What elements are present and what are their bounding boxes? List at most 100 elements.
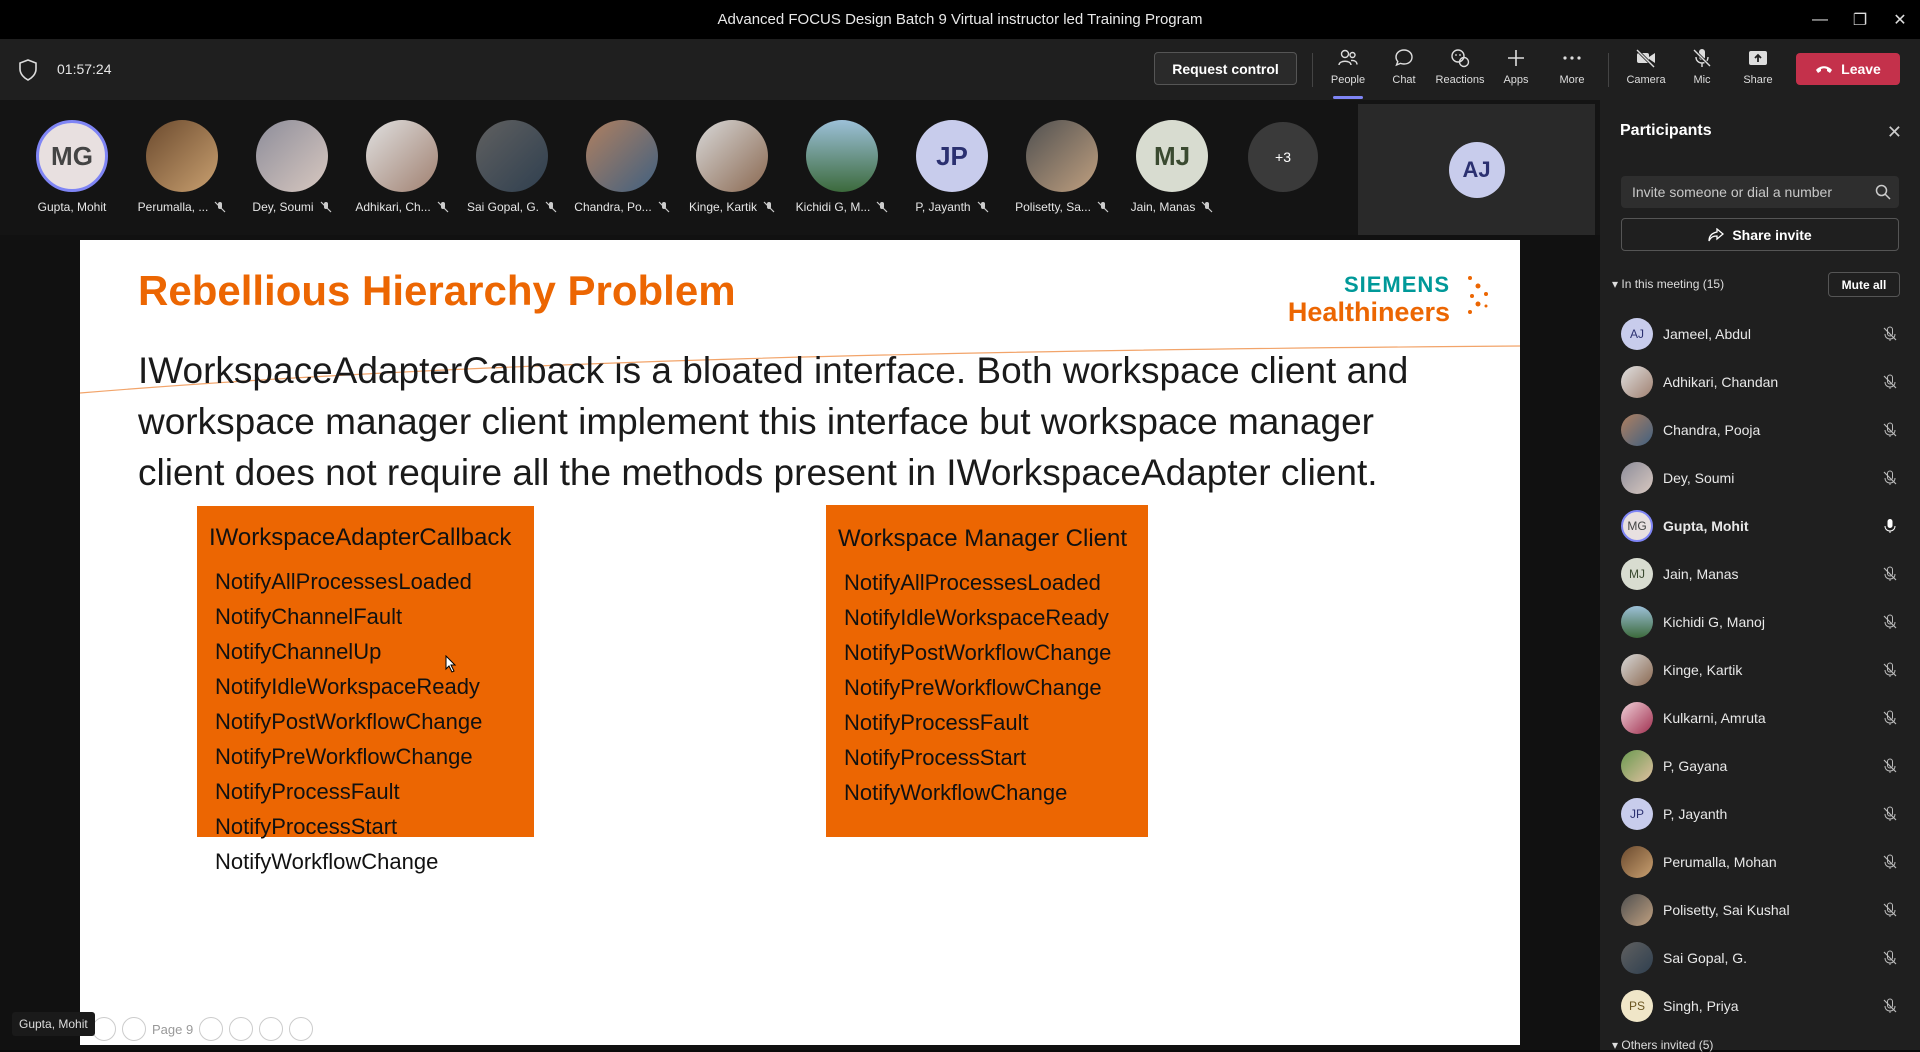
- attendee-tile[interactable]: JP P, Jayanth: [902, 120, 1002, 214]
- prev-slide-icon[interactable]: [92, 1017, 116, 1041]
- share-button[interactable]: Share: [1733, 47, 1783, 95]
- mic-muted-icon: [214, 201, 226, 213]
- attendee-name: Polisetty, Sa...: [1015, 200, 1091, 214]
- zoom-icon[interactable]: [229, 1017, 254, 1041]
- camera-off-icon: [1635, 48, 1656, 69]
- share-invite-button[interactable]: Share invite: [1621, 218, 1899, 251]
- participant-row[interactable]: Sai Gopal, G.: [1600, 934, 1920, 982]
- participant-row[interactable]: Perumalla, Mohan: [1600, 838, 1920, 886]
- reactions-label: Reactions: [1435, 74, 1485, 86]
- participant-name: Gupta, Mohit: [1663, 518, 1749, 534]
- participant-row[interactable]: Kinge, Kartik: [1600, 646, 1920, 694]
- attendee-name: Chandra, Po...: [574, 200, 652, 214]
- participants-panel: Participants ✕ Invite someone or dial a …: [1600, 100, 1920, 1052]
- share-icon: [1708, 227, 1725, 241]
- in-meeting-section-header[interactable]: ▾ In this meeting (15): [1612, 277, 1724, 291]
- avatar: AJ: [1621, 318, 1653, 350]
- restore-icon[interactable]: ❐: [1840, 0, 1880, 39]
- participant-name: Kulkarni, Amruta: [1663, 710, 1766, 726]
- participant-row[interactable]: Dey, Soumi: [1600, 454, 1920, 502]
- mic-muted-icon: [1883, 710, 1897, 725]
- participant-row[interactable]: AJ Jameel, Abdul: [1600, 310, 1920, 358]
- attendee-name: Kichidi G, M...: [795, 200, 871, 214]
- mic-muted-icon: [1883, 902, 1897, 917]
- mic-off-icon: [1692, 48, 1712, 68]
- close-window-icon[interactable]: ✕: [1880, 0, 1920, 39]
- participant-row[interactable]: JP P, Jayanth: [1600, 790, 1920, 838]
- participant-row[interactable]: MJ Jain, Manas: [1600, 550, 1920, 598]
- mic-muted-icon: [1883, 470, 1897, 485]
- grid-view-icon[interactable]: [199, 1017, 224, 1041]
- participant-row[interactable]: MG Gupta, Mohit: [1600, 502, 1920, 550]
- participant-row[interactable]: P, Gayana: [1600, 742, 1920, 790]
- people-icon: [1338, 49, 1358, 66]
- avatar: JP: [1621, 798, 1653, 830]
- more-attendees-button[interactable]: +3: [1248, 122, 1318, 192]
- participant-row[interactable]: Kulkarni, Amruta: [1600, 694, 1920, 742]
- participant-row[interactable]: PS Singh, Priya: [1600, 982, 1920, 1030]
- minimize-icon[interactable]: —: [1800, 0, 1840, 39]
- attendee-tile[interactable]: Adhikari, Ch...: [352, 120, 452, 214]
- participant-row[interactable]: Kichidi G, Manoj: [1600, 598, 1920, 646]
- attendee-tile[interactable]: Perumalla, ...: [132, 120, 232, 214]
- avatar: JP: [916, 120, 988, 192]
- people-button[interactable]: People: [1323, 47, 1373, 99]
- attendee-tile[interactable]: MG Gupta, Mohit: [22, 120, 122, 214]
- close-icon[interactable]: ✕: [1887, 122, 1902, 143]
- leave-button[interactable]: Leave: [1796, 53, 1900, 85]
- participant-name: Jain, Manas: [1663, 566, 1739, 582]
- mic-muted-icon: [658, 201, 670, 213]
- apps-button[interactable]: Apps: [1491, 47, 1541, 95]
- participant-name: Kichidi G, Manoj: [1663, 614, 1765, 630]
- chat-button[interactable]: Chat: [1379, 47, 1429, 95]
- avatar: [1621, 654, 1653, 686]
- mute-all-button[interactable]: Mute all: [1828, 272, 1900, 297]
- list-item: NotifyAllProcessesLoaded: [215, 569, 472, 594]
- camera-button[interactable]: Camera: [1621, 47, 1671, 95]
- self-view: AJ: [1358, 104, 1595, 235]
- participant-name: Adhikari, Chandan: [1663, 374, 1779, 390]
- attendee-name: Sai Gopal, G.: [466, 200, 540, 214]
- participant-name: Perumalla, Mohan: [1663, 854, 1777, 870]
- next-slide-icon[interactable]: [122, 1017, 146, 1041]
- mic-muted-icon: [1883, 374, 1897, 389]
- mic-muted-icon: [1883, 758, 1897, 773]
- participant-name: Singh, Priya: [1663, 998, 1739, 1014]
- callback-interface-box: IWorkspaceAdapterCallback NotifyAllProce…: [197, 506, 534, 874]
- attendee-tile[interactable]: Kinge, Kartik: [682, 120, 782, 214]
- mic-button[interactable]: Mic: [1677, 47, 1727, 95]
- list-item: NotifyProcessStart: [844, 745, 1027, 770]
- mic-muted-icon: [1097, 201, 1109, 213]
- apps-label: Apps: [1503, 74, 1529, 86]
- slide-navigation: Page 9: [80, 1014, 400, 1044]
- invite-search-input[interactable]: Invite someone or dial a number: [1621, 176, 1899, 208]
- attendee-tile[interactable]: Sai Gopal, G.: [462, 120, 562, 214]
- avatar: [476, 120, 548, 192]
- participant-row[interactable]: Chandra, Pooja: [1600, 406, 1920, 454]
- avatar: MJ: [1621, 558, 1653, 590]
- participant-row[interactable]: Adhikari, Chandan: [1600, 358, 1920, 406]
- more-label: More: [1559, 74, 1585, 86]
- attendee-name: Gupta, Mohit: [37, 200, 107, 214]
- attendee-name: Jain, Manas: [1130, 200, 1196, 214]
- more-button[interactable]: More: [1547, 47, 1597, 95]
- attendee-tile[interactable]: Dey, Soumi: [242, 120, 342, 214]
- mic-muted-icon: [977, 201, 989, 213]
- avatar: [1621, 846, 1653, 878]
- presenter-view-icon[interactable]: [259, 1017, 284, 1041]
- attendee-tile[interactable]: Kichidi G, M...: [792, 120, 892, 214]
- attendee-name: Kinge, Kartik: [688, 200, 758, 214]
- participant-row[interactable]: Polisetty, Sai Kushal: [1600, 886, 1920, 934]
- attendee-tile[interactable]: Chandra, Po...: [572, 120, 672, 214]
- request-control-button[interactable]: Request control: [1154, 52, 1297, 85]
- slide-more-icon[interactable]: [289, 1017, 314, 1041]
- list-item: NotifyIdleWorkspaceReady: [844, 605, 1109, 630]
- avatar: [1026, 120, 1098, 192]
- siemens-healthineers-logo: SIEMENS Healthineers: [1288, 272, 1488, 326]
- reactions-button[interactable]: Reactions: [1435, 47, 1485, 95]
- attendee-tile[interactable]: Polisetty, Sa...: [1012, 120, 1112, 214]
- avatar: MG: [36, 120, 108, 192]
- avatar: [1621, 702, 1653, 734]
- page-indicator: Page 9: [152, 1021, 194, 1037]
- attendee-tile[interactable]: MJ Jain, Manas: [1122, 120, 1222, 214]
